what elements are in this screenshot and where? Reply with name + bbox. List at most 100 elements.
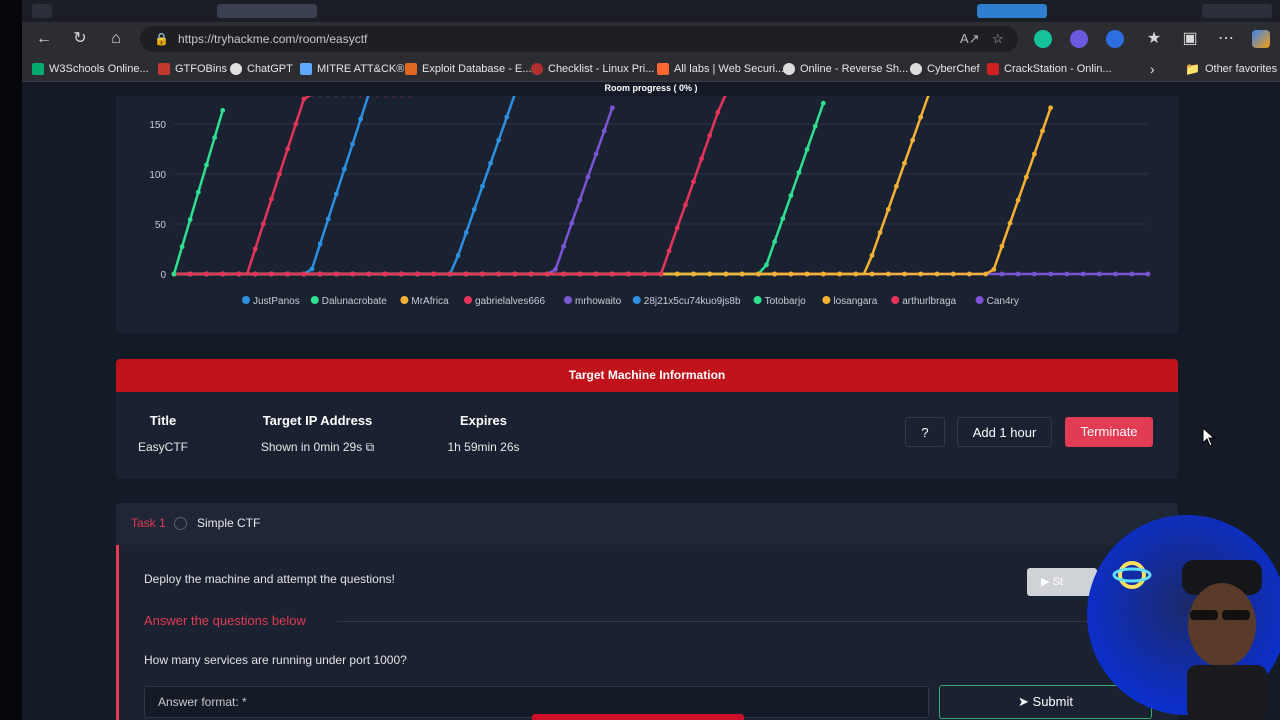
data-point[interactable]	[820, 271, 826, 277]
copilot-icon[interactable]	[1070, 30, 1088, 48]
data-point[interactable]	[585, 174, 591, 180]
data-point[interactable]	[699, 156, 704, 161]
data-point[interactable]	[967, 271, 972, 277]
bookmark-reverse-shell[interactable]: Online - Reverse Sh...	[783, 61, 908, 77]
copy-icon[interactable]: ⧉	[366, 440, 375, 454]
data-point[interactable]	[593, 271, 599, 277]
bookmark-crackstation[interactable]: CrackStation - Onlin...	[987, 61, 1112, 77]
data-point[interactable]	[723, 271, 729, 277]
data-point[interactable]	[1015, 197, 1021, 203]
data-point[interactable]	[512, 271, 518, 277]
legend-label[interactable]: MrAfrica	[411, 296, 449, 307]
data-point[interactable]	[812, 123, 818, 129]
data-point[interactable]	[187, 271, 193, 277]
data-point[interactable]	[1048, 271, 1053, 277]
data-point[interactable]	[674, 225, 680, 231]
data-point[interactable]	[358, 116, 364, 122]
star-icon[interactable]: ☆	[992, 26, 1004, 52]
legend-label[interactable]: gabrielalves666	[475, 296, 545, 307]
data-point[interactable]	[707, 133, 713, 138]
other-favorites[interactable]: 📁 Other favorites	[1185, 61, 1277, 77]
tab-indicator[interactable]	[977, 4, 1047, 18]
more-icon[interactable]: ⋯	[1215, 28, 1237, 50]
data-point[interactable]	[496, 271, 502, 277]
data-point[interactable]	[269, 271, 274, 277]
data-point[interactable]	[463, 230, 469, 235]
data-point[interactable]	[317, 241, 323, 247]
data-point[interactable]	[772, 271, 777, 277]
bookmark-cyberchef[interactable]: CyberChef	[910, 61, 980, 77]
data-point[interactable]	[1145, 271, 1151, 277]
data-point[interactable]	[626, 271, 631, 277]
data-point[interactable]	[666, 248, 672, 254]
tab-icon[interactable]	[32, 4, 52, 18]
add-hour-button[interactable]: Add 1 hour	[957, 417, 1052, 447]
legend-label[interactable]: losangara	[833, 296, 877, 307]
data-point[interactable]	[285, 271, 290, 277]
data-point[interactable]	[252, 246, 258, 252]
data-point[interactable]	[918, 271, 924, 277]
data-point[interactable]	[674, 271, 680, 277]
data-point[interactable]	[885, 207, 891, 212]
data-point[interactable]	[350, 271, 355, 277]
collections-icon[interactable]: ▣	[1179, 28, 1201, 50]
data-point[interactable]	[496, 137, 502, 143]
data-point[interactable]	[252, 271, 258, 277]
legend-label[interactable]: arthurlbraga	[902, 296, 956, 307]
data-point[interactable]	[601, 128, 607, 134]
data-point[interactable]	[1096, 271, 1102, 277]
data-point[interactable]	[577, 197, 583, 203]
data-point[interactable]	[260, 221, 266, 227]
data-point[interactable]	[204, 162, 209, 168]
data-point[interactable]	[877, 230, 883, 235]
data-point[interactable]	[350, 141, 355, 147]
data-point[interactable]	[1015, 271, 1021, 277]
data-point[interactable]	[609, 271, 615, 277]
legend-label[interactable]: Can4ry	[987, 296, 1019, 307]
data-point[interactable]	[431, 271, 437, 277]
data-point[interactable]	[220, 271, 226, 277]
data-point[interactable]	[820, 100, 826, 106]
data-point[interactable]	[561, 243, 566, 249]
chevron-right-icon[interactable]: ›	[1150, 61, 1155, 77]
data-point[interactable]	[804, 271, 810, 277]
help-button[interactable]: ?	[905, 417, 945, 447]
legend-label[interactable]: JustPanos	[253, 296, 300, 307]
home-icon[interactable]: ⌂	[105, 28, 127, 50]
data-point[interactable]	[999, 243, 1005, 249]
data-point[interactable]	[236, 271, 242, 277]
data-point[interactable]	[561, 271, 566, 277]
data-point[interactable]	[918, 114, 924, 120]
data-point[interactable]	[325, 216, 331, 222]
data-point[interactable]	[301, 271, 307, 277]
data-point[interactable]	[333, 191, 339, 197]
data-point[interactable]	[415, 271, 420, 277]
data-point[interactable]	[480, 271, 485, 277]
data-point[interactable]	[545, 271, 550, 277]
data-point[interactable]	[991, 267, 997, 272]
data-point[interactable]	[195, 189, 201, 195]
data-point[interactable]	[1023, 174, 1029, 180]
data-point[interactable]	[902, 160, 907, 166]
data-point[interactable]	[756, 271, 761, 277]
data-point[interactable]	[463, 271, 469, 277]
legend-label[interactable]: Totobarjo	[765, 296, 807, 307]
data-point[interactable]	[447, 271, 453, 277]
read-aloud-icon[interactable]: A↗	[960, 26, 980, 52]
data-point[interactable]	[1040, 128, 1045, 134]
extension-icon[interactable]	[1106, 30, 1124, 48]
terminate-button[interactable]: Terminate	[1065, 417, 1153, 447]
data-point[interactable]	[788, 193, 794, 198]
data-point[interactable]	[691, 179, 696, 185]
data-point[interactable]	[593, 151, 599, 157]
window-controls[interactable]	[1202, 4, 1272, 18]
data-point[interactable]	[187, 217, 193, 222]
data-point[interactable]	[277, 171, 282, 177]
data-point[interactable]	[366, 271, 372, 277]
data-point[interactable]	[788, 271, 794, 277]
favorites-icon[interactable]: ★	[1143, 28, 1165, 50]
data-point[interactable]	[1129, 271, 1135, 277]
data-point[interactable]	[609, 105, 615, 111]
legend-label[interactable]: 28j21x5cu74kuo9js8b	[644, 296, 741, 307]
bookmark-checklist[interactable]: Checklist - Linux Pri...	[531, 61, 654, 77]
